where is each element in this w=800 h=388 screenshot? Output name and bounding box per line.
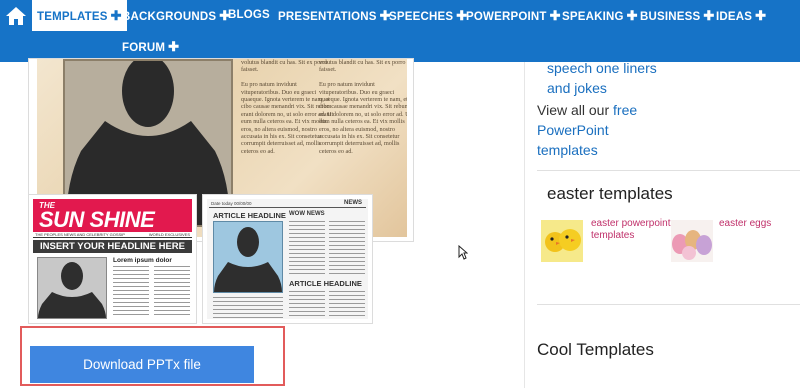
template-thumbnail-sun-shine[interactable]: THE SUN SHINE THE PEOPLES NEWS AND CELEB…	[28, 194, 197, 324]
divider	[537, 304, 800, 305]
free-templates-link[interactable]: free	[613, 102, 637, 118]
nav-label: BLOGS	[228, 9, 270, 21]
wow-news-label: WOW NEWS	[289, 211, 325, 217]
nav-item-speeches[interactable]: SPEECHES ✚	[389, 0, 467, 31]
download-pptx-button[interactable]: Download PPTx file	[30, 346, 254, 383]
sun-shine-masthead: THE SUN SHINE	[33, 199, 192, 232]
plus-icon: ✚	[755, 8, 767, 23]
speech-one-liners-link[interactable]: speech one liners and jokes	[547, 58, 657, 98]
article-text-lines	[289, 291, 325, 319]
article-title: Lorem ipsum dolor	[113, 257, 172, 264]
plus-icon: ✚	[703, 8, 715, 23]
sun-shine-headline: INSERT YOUR HEADLINE HERE	[33, 240, 192, 253]
nav-label: TEMPLATES	[37, 11, 108, 23]
photo-frame	[213, 221, 283, 293]
yellow-chicks-icon	[541, 220, 583, 262]
plus-icon: ✚	[549, 8, 561, 23]
date-line: Date today 00/00/00	[211, 201, 252, 206]
pastel-eggs-icon	[671, 220, 713, 262]
home-icon	[6, 7, 26, 25]
photo-frame	[37, 257, 107, 319]
article-headline-1: ARTICLE HEADLINE	[213, 211, 286, 220]
home-button[interactable]	[0, 0, 32, 32]
preview-text: volutus blandit cu has. Sit ex porro fai…	[241, 59, 328, 74]
powerpoint-link[interactable]: PowerPoint	[537, 120, 609, 140]
top-navigation: TEMPLATES ✚ BACKGROUNDS ✚ BLOGS PRESENTATI…	[0, 0, 800, 62]
masthead-news: NEWS	[344, 200, 362, 206]
view-all-text: View all our free	[537, 100, 637, 120]
link-text: templates	[591, 230, 635, 241]
nav-item-blogs[interactable]: BLOGS	[228, 0, 270, 31]
nav-item-business[interactable]: BUSINESS ✚	[640, 0, 715, 31]
article-text-lines	[213, 297, 283, 319]
plus-icon: ✚	[626, 8, 638, 23]
nav-item-backgrounds[interactable]: BACKGROUNDS ✚	[122, 0, 230, 31]
nav-label: PRESENTATIONS	[278, 11, 377, 23]
link-text: easter powerpoint	[591, 218, 671, 229]
plus-icon: ✚	[110, 8, 122, 23]
easter-eggs-link[interactable]: easter eggs	[719, 218, 771, 230]
easter-powerpoint-templates-link[interactable]: easter powerpoint templates	[591, 218, 671, 242]
nav-label: SPEAKING	[562, 11, 624, 23]
article-headline-2: ARTICLE HEADLINE	[289, 279, 362, 288]
nav-label: SPEECHES	[389, 11, 454, 23]
nav-item-templates[interactable]: TEMPLATES ✚	[32, 0, 127, 31]
person-silhouette-icon	[214, 227, 282, 292]
easter-chicks-image[interactable]	[541, 220, 583, 262]
nav-label: BUSINESS	[640, 11, 701, 23]
strap-text: THE PEOPLES NEWS AND CELEBRITY GOSSIP	[35, 232, 125, 237]
article-text-lines	[113, 266, 149, 318]
divider	[209, 207, 366, 208]
sun-shine-template-image: THE SUN SHINE THE PEOPLES NEWS AND CELEB…	[33, 199, 192, 319]
right-sidebar: speech one liners and jokes View all our…	[524, 60, 800, 388]
preview-column-2: volutus blandit cu has. Sit ex porro fai…	[319, 59, 407, 155]
easter-eggs-image[interactable]	[671, 220, 713, 262]
nav-label: POWERPOINT	[466, 11, 547, 23]
article-text-lines	[289, 221, 325, 275]
nav-label: FORUM	[122, 42, 166, 54]
strap-text-right: WORLD EXCLUSIVES	[148, 232, 190, 237]
preview-text: volutus blandit cu has. Sit ex porro fai…	[319, 59, 406, 74]
template-thumbnail-wow-news[interactable]: Date today 00/00/00 NEWS ARTICLE HEADLIN…	[202, 194, 373, 324]
link-text: and jokes	[547, 80, 607, 96]
article-text-lines	[329, 291, 365, 319]
mouse-cursor-icon	[458, 245, 468, 260]
nav-label: BACKGROUNDS	[122, 11, 217, 23]
nav-label: IDEAS	[716, 11, 753, 23]
nav-item-ideas[interactable]: IDEAS ✚	[716, 0, 766, 31]
easter-templates-heading: easter templates	[547, 184, 673, 203]
article-text-lines	[329, 221, 365, 275]
divider	[537, 170, 800, 171]
template-preview-area: volutus blandit cu has. Sit ex porro fai…	[0, 58, 520, 388]
nav-item-powerpoint[interactable]: POWERPOINT ✚	[466, 0, 561, 31]
person-silhouette-icon	[38, 262, 106, 318]
preview-text: Eu pro natum invidunt vituperatoribus. D…	[319, 81, 407, 155]
view-all-prefix: View all our	[537, 102, 610, 118]
templates-link[interactable]: templates	[537, 140, 598, 160]
plus-icon: ✚	[168, 39, 180, 54]
nav-item-presentations[interactable]: PRESENTATIONS ✚	[278, 0, 391, 31]
cool-templates-heading: Cool Templates	[537, 340, 654, 359]
strapline: THE PEOPLES NEWS AND CELEBRITY GOSSIP WO…	[33, 232, 192, 238]
article-text-lines	[154, 266, 190, 318]
wow-news-template-image: Date today 00/00/00 NEWS ARTICLE HEADLIN…	[207, 199, 368, 319]
link-text: speech one liners	[547, 60, 657, 76]
nav-item-speaking[interactable]: SPEAKING ✚	[562, 0, 638, 31]
masthead-title: SUN SHINE	[39, 207, 155, 232]
